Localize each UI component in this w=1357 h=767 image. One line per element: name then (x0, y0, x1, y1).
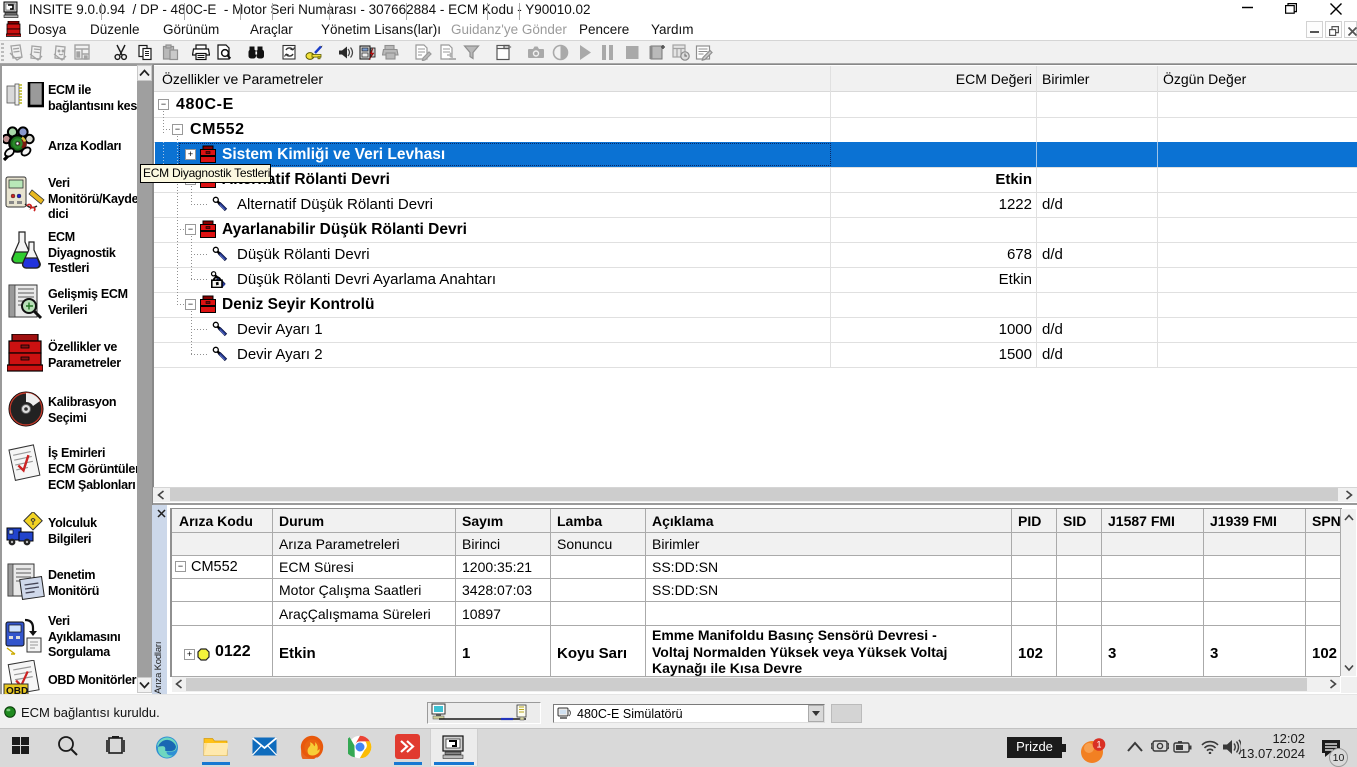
svg-text:1: 1 (1096, 740, 1101, 750)
